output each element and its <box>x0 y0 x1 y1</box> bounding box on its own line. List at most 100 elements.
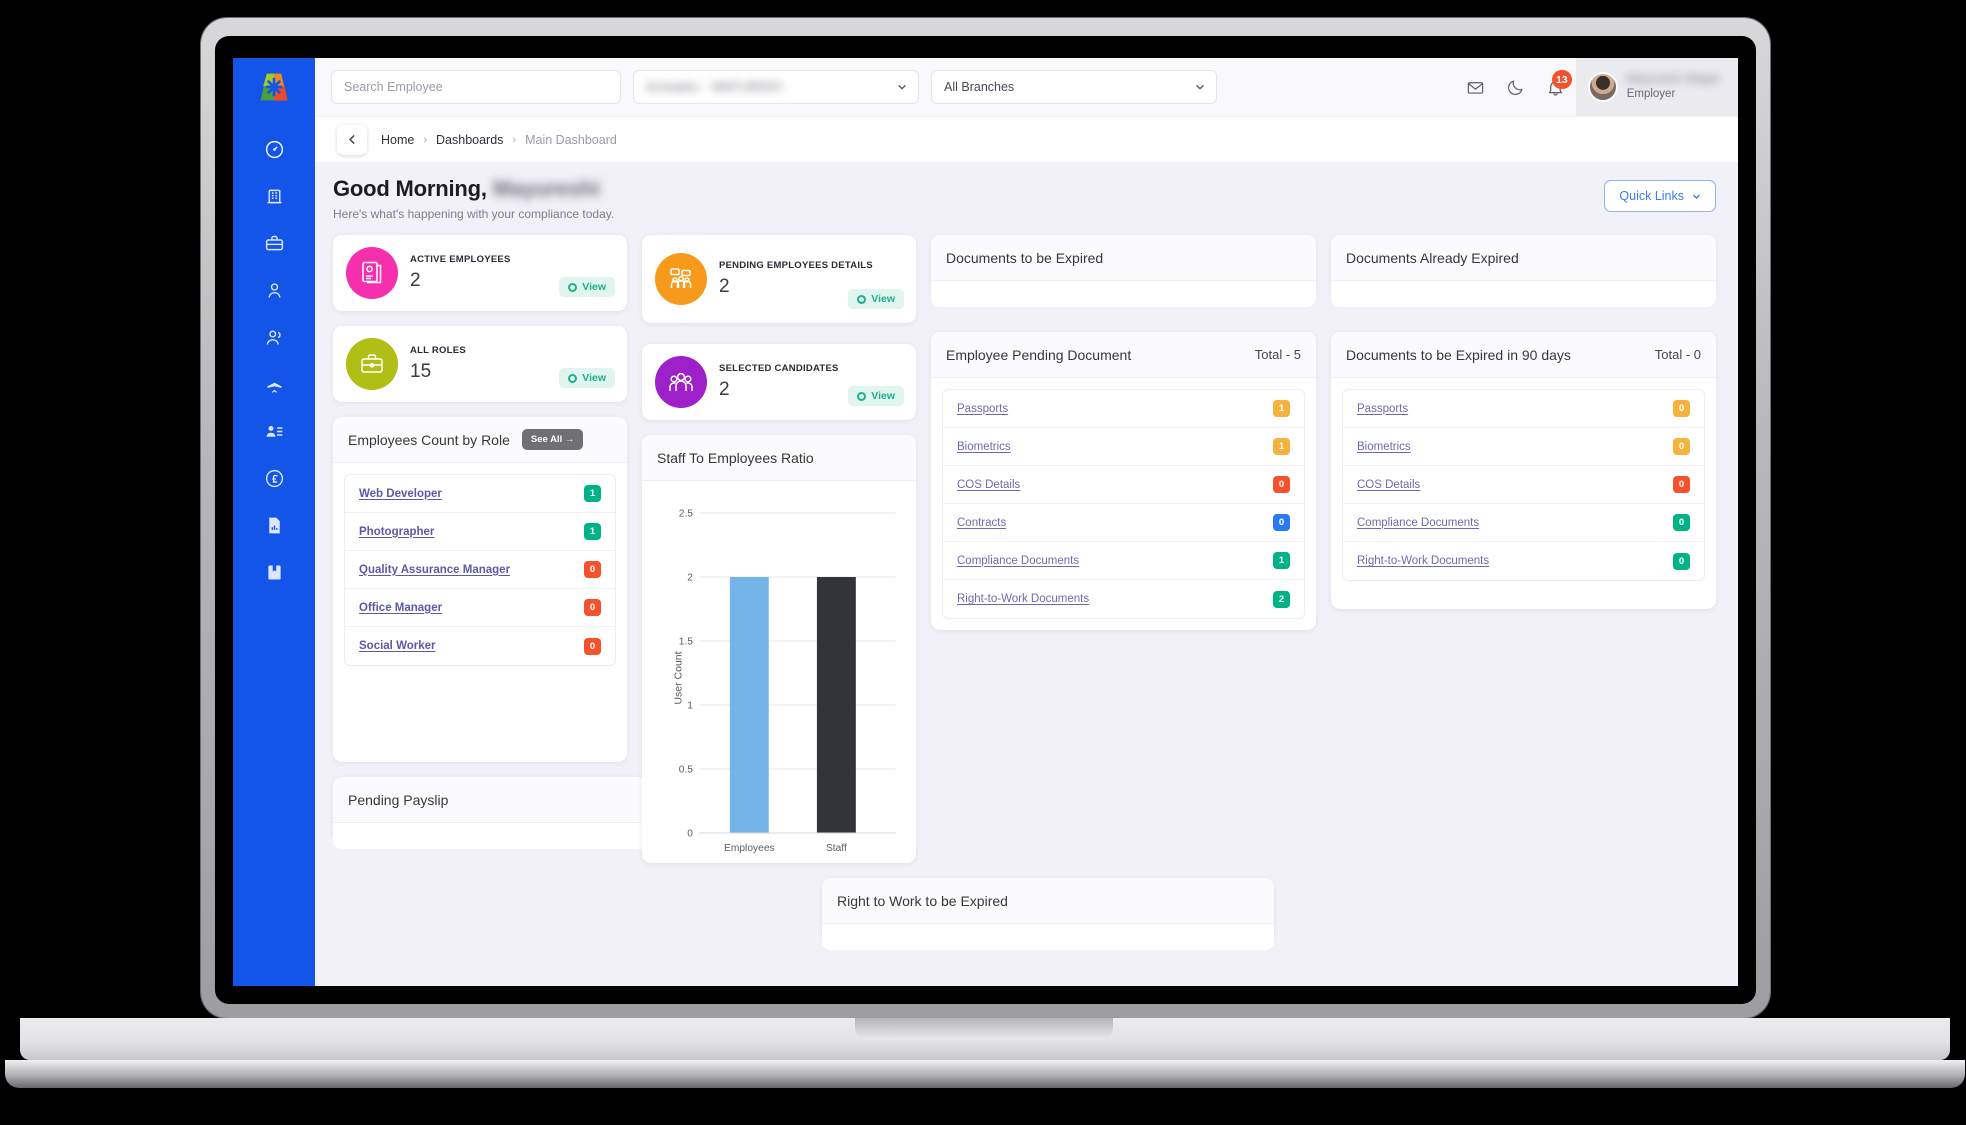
role-link[interactable]: Quality Assurance Manager <box>359 564 510 576</box>
app-logo[interactable] <box>233 58 315 116</box>
laptop-lid: Armadev - WATURDIH All Branches <box>201 18 1770 1018</box>
y-tick-1.5: 1.5 <box>679 637 694 648</box>
document-link[interactable]: Passports <box>1357 403 1408 415</box>
stat-text: ACTIVE EMPLOYEES 2 <box>410 254 511 292</box>
breadcrumb-home[interactable]: Home <box>381 133 414 147</box>
sidebar-item-dashboard[interactable] <box>233 126 315 173</box>
chart-body: User Count 2.5 2 1.5 1 0.5 0 Employees S… <box>642 481 916 869</box>
document-link[interactable]: Right-to-Work Documents <box>1357 555 1489 567</box>
list-item[interactable]: Biometrics 0 <box>1343 428 1704 466</box>
breadcrumb-dashboards[interactable]: Dashboards <box>436 133 503 147</box>
sidebar-item-payroll[interactable] <box>233 455 315 502</box>
expiring-90-days-panel: Documents to be Expired in 90 days Total… <box>1331 332 1716 609</box>
list-item[interactable]: Web Developer 1 <box>345 475 615 513</box>
pending-documents-total: Total - 5 <box>1254 347 1301 362</box>
bar-staff <box>816 577 856 833</box>
quick-links-button[interactable]: Quick Links <box>1604 180 1716 212</box>
sidebar <box>233 58 315 986</box>
document-link[interactable]: Biometrics <box>1357 441 1411 453</box>
screen-bezel: Armadev - WATURDIH All Branches <box>215 36 1756 1004</box>
document-link[interactable]: COS Details <box>1357 479 1420 491</box>
notifications-button[interactable]: 13 <box>1536 58 1576 116</box>
sidebar-item-travel[interactable] <box>233 361 315 408</box>
stat-card-selected-candidates[interactable]: SELECTED CANDIDATES 2 View <box>642 344 916 420</box>
column-left: ACTIVE EMPLOYEES 2 View ALL ROLES 15 Vie… <box>333 235 785 849</box>
dashboard-content: Good Morning, Mayureshi Here's what's ha… <box>315 162 1738 986</box>
expiring-90-days-total: Total - 0 <box>1654 347 1701 362</box>
document-count-badge: 1 <box>1273 552 1290 569</box>
sidebar-item-jobs[interactable] <box>233 220 315 267</box>
eye-icon <box>568 282 578 292</box>
list-item[interactable]: Compliance Documents 1 <box>943 542 1304 580</box>
view-button[interactable]: View <box>559 368 615 388</box>
sidebar-item-teams[interactable] <box>233 314 315 361</box>
view-button[interactable]: View <box>848 289 904 309</box>
back-button[interactable] <box>337 124 367 155</box>
documents-to-be-expired-header: Documents to be Expired <box>931 235 1316 281</box>
page-title: Good Morning, Mayureshi <box>333 176 614 202</box>
stat-card-pending-employees[interactable]: PENDING EMPLOYEES DETAILS 2 View <box>642 235 916 323</box>
role-link[interactable]: Office Manager <box>359 602 442 614</box>
list-item[interactable]: Passports 0 <box>1343 390 1704 428</box>
list-item[interactable]: Right-to-Work Documents 0 <box>1343 542 1704 580</box>
dashboard-grid: ACTIVE EMPLOYEES 2 View ALL ROLES 15 Vie… <box>333 235 1716 950</box>
sidebar-item-reports[interactable] <box>233 502 315 549</box>
list-item[interactable]: Compliance Documents 0 <box>1343 504 1704 542</box>
profile-menu[interactable]: Mayureshi Wagar Employer <box>1575 58 1738 116</box>
documents-to-be-expired-card: Documents to be Expired <box>931 235 1316 307</box>
list-item[interactable]: Photographer 1 <box>345 513 615 551</box>
search-input[interactable] <box>331 70 621 104</box>
document-link[interactable]: Compliance Documents <box>957 555 1079 567</box>
dark-mode-toggle[interactable] <box>1496 58 1536 116</box>
document-link[interactable]: Passports <box>957 403 1008 415</box>
document-link[interactable]: Biometrics <box>957 441 1011 453</box>
stat-card-all-roles[interactable]: ALL ROLES 15 View <box>333 326 627 402</box>
stat-icon-wrap <box>655 356 707 408</box>
documents-already-expired-body <box>1331 281 1716 307</box>
document-count-badge: 0 <box>1273 514 1290 531</box>
expiring-90-days-list: Passports 0 Biometrics 0 COS Details 0 C… <box>1342 389 1705 581</box>
breadcrumb-separator: › <box>512 133 517 146</box>
stat-value: 2 <box>719 378 730 400</box>
document-link[interactable]: Contracts <box>957 517 1006 529</box>
main-stage: Armadev - WATURDIH All Branches <box>315 58 1738 986</box>
pending-documents-panel: Employee Pending Document Total - 5 Pass… <box>931 332 1316 630</box>
document-link[interactable]: COS Details <box>957 479 1020 491</box>
sidebar-item-candidates[interactable] <box>233 408 315 455</box>
list-item[interactable]: COS Details 0 <box>943 466 1304 504</box>
sidebar-item-archive[interactable] <box>233 549 315 596</box>
roles-panel-title: Employees Count by Role <box>348 431 510 448</box>
documents-to-be-expired-title: Documents to be Expired <box>946 249 1104 266</box>
list-item[interactable]: Biometrics 1 <box>943 428 1304 466</box>
role-link[interactable]: Photographer <box>359 526 434 538</box>
see-all-button[interactable]: See All → <box>521 429 584 450</box>
sidebar-item-company[interactable] <box>233 173 315 220</box>
breadcrumb-separator: › <box>423 133 428 146</box>
document-link[interactable]: Compliance Documents <box>1357 517 1479 529</box>
mail-button[interactable] <box>1456 58 1496 116</box>
roles-panel-body: Web Developer 1 Photographer 1 Quality A… <box>333 463 627 677</box>
list-item[interactable]: COS Details 0 <box>1343 466 1704 504</box>
document-count-badge: 1 <box>1273 438 1290 455</box>
laptop-base-edge <box>5 1060 1965 1088</box>
list-item[interactable]: Contracts 0 <box>943 504 1304 542</box>
pending-documents-body: Passports 1 Biometrics 1 COS Details 0 C… <box>931 378 1316 630</box>
list-item[interactable]: Quality Assurance Manager 0 <box>345 551 615 589</box>
role-count-badge: 0 <box>584 561 601 578</box>
list-item[interactable]: Social Worker 0 <box>345 627 615 665</box>
document-link[interactable]: Right-to-Work Documents <box>957 593 1089 605</box>
stat-card-active-employees[interactable]: ACTIVE EMPLOYEES 2 View <box>333 235 627 311</box>
company-select[interactable]: Armadev - WATURDIH <box>633 70 919 104</box>
sidebar-item-employee[interactable] <box>233 267 315 314</box>
view-button[interactable]: View <box>559 277 615 297</box>
role-link[interactable]: Social Worker <box>359 640 436 652</box>
topbar: Armadev - WATURDIH All Branches <box>315 58 1738 116</box>
view-button[interactable]: View <box>848 386 904 406</box>
roles-panel-header: Employees Count by Role See All → <box>333 417 627 463</box>
branch-select[interactable]: All Branches <box>931 70 1217 104</box>
stat-label: SELECTED CANDIDATES <box>719 363 839 375</box>
list-item[interactable]: Office Manager 0 <box>345 589 615 627</box>
list-item[interactable]: Right-to-Work Documents 2 <box>943 580 1304 618</box>
list-item[interactable]: Passports 1 <box>943 390 1304 428</box>
role-link[interactable]: Web Developer <box>359 488 442 500</box>
